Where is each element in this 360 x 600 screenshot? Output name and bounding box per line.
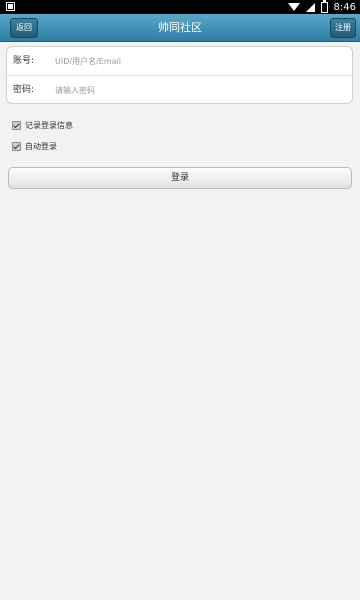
notification-icon — [6, 2, 15, 11]
remember-login-option[interactable]: 记录登录信息 — [12, 119, 73, 131]
password-label: 密码: — [13, 85, 35, 95]
status-bar: 8:46 — [0, 0, 360, 14]
login-button[interactable]: 登录 — [8, 167, 352, 189]
page-title: 帅同社区 — [158, 21, 202, 34]
auto-login-checkbox[interactable] — [12, 141, 21, 151]
status-bar-right: 8:46 — [287, 0, 356, 14]
auto-login-label: 自动登录 — [25, 141, 57, 151]
login-form: 账号: 密码: — [6, 46, 353, 104]
back-button-label: 返回 — [16, 23, 32, 32]
wifi-icon — [287, 3, 300, 11]
remember-login-label: 记录登录信息 — [25, 120, 73, 130]
signal-icon — [305, 2, 315, 12]
status-time: 8:46 — [333, 1, 356, 13]
remember-login-checkbox[interactable] — [12, 120, 21, 130]
account-input[interactable] — [55, 52, 335, 70]
register-button[interactable]: 注册 — [330, 18, 356, 38]
auto-login-option[interactable]: 自动登录 — [12, 140, 57, 152]
battery-icon — [320, 0, 328, 13]
account-label: 账号: — [13, 56, 35, 66]
account-row: 账号: — [7, 47, 352, 75]
back-button[interactable]: 返回 — [10, 18, 38, 38]
password-input[interactable] — [55, 81, 335, 99]
password-row: 密码: — [7, 75, 352, 104]
app-header: 帅同社区 返回 注册 — [0, 14, 360, 42]
